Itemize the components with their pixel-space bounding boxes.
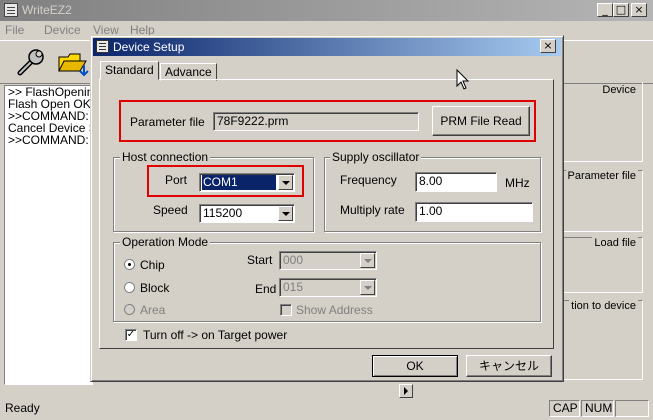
close-icon[interactable]: ×	[631, 3, 647, 17]
frequency-label: Frequency	[340, 173, 397, 187]
right-group-write: tion to device	[563, 300, 643, 380]
log-line: >>COMMAND: D	[8, 133, 93, 147]
ok-button[interactable]: OK	[372, 355, 458, 377]
port-label: Port	[165, 173, 188, 187]
supply-oscillator-label: Supply oscillator	[330, 150, 422, 164]
multiply-rate-label: Multiply rate	[340, 203, 405, 217]
app-icon	[4, 3, 18, 17]
chevron-down-icon	[360, 253, 375, 268]
menu-device[interactable]: Device	[44, 23, 81, 37]
radio-chip[interactable]	[124, 259, 135, 270]
dialog-close-icon[interactable]: ×	[540, 39, 556, 53]
port-value: COM1	[202, 175, 276, 190]
turn-off-label: Turn off -> on Target power	[143, 328, 288, 342]
main-title-bar: WriteEZ2 _ □ ×	[0, 0, 653, 21]
parameter-file-field: 78F9222.prm	[213, 112, 419, 131]
setup-tool-button[interactable]	[12, 45, 50, 79]
speed-value: 115200	[203, 206, 243, 220]
scroll-right-arrow-icon[interactable]	[399, 384, 413, 398]
turn-off-checkbox[interactable]: ✓	[125, 329, 137, 341]
end-label: End	[255, 282, 277, 296]
end-value: 015	[283, 280, 304, 294]
app-title: WriteEZ2	[22, 3, 72, 17]
chevron-down-icon	[360, 280, 375, 295]
status-bar: Ready CAP NUM	[0, 398, 653, 420]
right-group-load-file: Load file	[563, 237, 643, 293]
dialog-icon	[96, 40, 109, 53]
menu-file[interactable]: File	[5, 23, 24, 37]
prm-file-read-button[interactable]: PRM File Read	[432, 106, 530, 136]
end-select: 015	[279, 278, 377, 297]
dialog-title-bar: Device Setup ×	[93, 38, 561, 56]
chip-label: Chip	[140, 258, 165, 272]
area-label: Area	[140, 303, 166, 317]
cancel-button[interactable]: キャンセル	[466, 355, 552, 377]
maximize-icon[interactable]: □	[613, 3, 629, 17]
start-label: Start	[247, 253, 273, 267]
parameter-file-label: Parameter file	[130, 115, 205, 129]
chevron-down-icon[interactable]	[278, 206, 293, 221]
open-folder-tool-button[interactable]	[56, 45, 94, 79]
mouse-cursor-icon	[456, 69, 470, 90]
show-address-label: Show Address	[296, 303, 373, 317]
port-select[interactable]: COM1	[199, 173, 295, 192]
start-select: 000	[279, 251, 377, 270]
log-output-pane[interactable]: >> FlashOpening Flash Open OK >>COMMAND:…	[4, 85, 93, 385]
start-value: 000	[283, 253, 304, 267]
right-panel: Device Parameter file Load file tion to …	[560, 82, 650, 382]
multiply-rate-input[interactable]: 1.00	[415, 202, 533, 222]
frequency-unit: MHz	[505, 176, 530, 190]
folder-icon	[58, 53, 89, 77]
status-empty	[615, 400, 649, 417]
wrench-icon	[17, 49, 44, 76]
status-cap: CAP	[549, 400, 580, 417]
speed-label: Speed	[153, 203, 188, 217]
right-group-parameter-file: Parameter file	[563, 170, 643, 232]
minimize-icon[interactable]: _	[597, 3, 613, 17]
status-text: Ready	[5, 401, 40, 415]
block-label: Block	[140, 281, 170, 295]
radio-block[interactable]	[124, 282, 135, 293]
speed-select[interactable]: 115200	[199, 204, 295, 223]
tab-standard[interactable]: Standard	[100, 61, 159, 80]
status-num: NUM	[581, 400, 614, 417]
host-connection-label: Host connection	[120, 150, 211, 164]
frequency-input[interactable]: 8.00	[415, 172, 497, 192]
dialog-title: Device Setup	[113, 40, 185, 54]
chevron-down-icon[interactable]	[278, 175, 293, 190]
operation-mode-label: Operation Mode	[120, 235, 211, 249]
right-group-device: Device	[563, 82, 643, 162]
radio-area	[124, 304, 135, 315]
horizontal-scrollbar[interactable]	[93, 384, 423, 398]
show-address-checkbox	[280, 304, 292, 316]
